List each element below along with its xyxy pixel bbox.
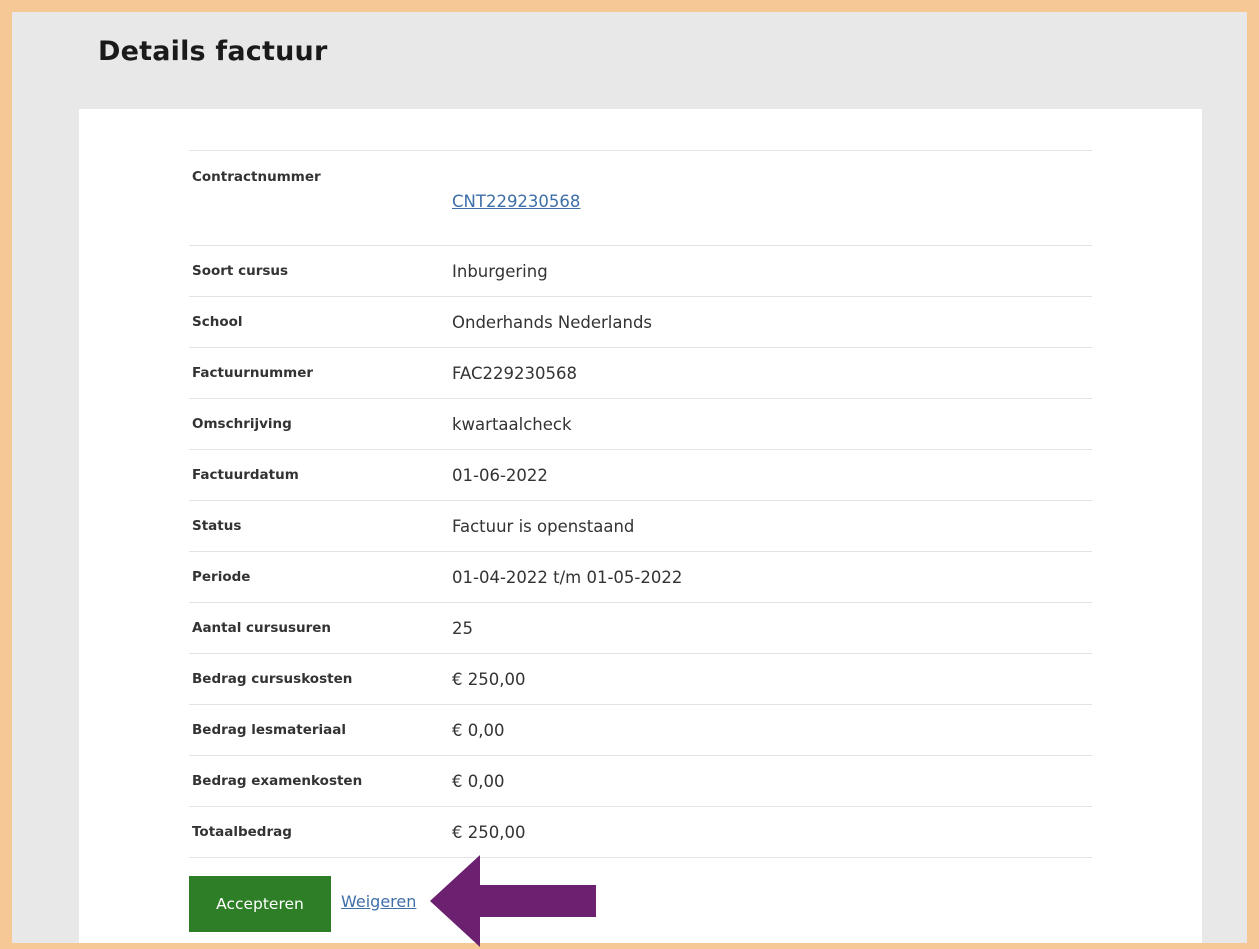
row-soort-cursus: Soort cursus Inburgering	[189, 245, 1092, 297]
row-aantal-cursusuren: Aantal cursusuren 25	[189, 602, 1092, 654]
accept-button[interactable]: Accepteren	[189, 876, 331, 932]
row-value: € 0,00	[452, 771, 505, 791]
row-value: 01-06-2022	[452, 465, 548, 485]
row-label: Soort cursus	[192, 263, 289, 279]
row-label: Bedrag examenkosten	[192, 773, 363, 789]
annotation-arrow-icon	[430, 855, 596, 947]
row-value: € 0,00	[452, 720, 505, 740]
row-label: Status	[192, 518, 242, 534]
row-value: € 250,00	[452, 669, 526, 689]
row-value: € 250,00	[452, 822, 526, 842]
row-value: FAC229230568	[452, 363, 577, 383]
row-value: kwartaalcheck	[452, 414, 572, 434]
row-label: Factuurdatum	[192, 467, 299, 483]
reject-link[interactable]: Weigeren	[341, 892, 416, 911]
contract-number-link[interactable]: CNT229230568	[452, 192, 580, 211]
invoice-actions: Accepteren Weigeren	[189, 876, 416, 932]
row-school: School Onderhands Nederlands	[189, 296, 1092, 348]
row-value: Onderhands Nederlands	[452, 312, 653, 332]
row-value: Factuur is openstaand	[452, 516, 635, 536]
row-bedrag-lesmateriaal: Bedrag lesmateriaal € 0,00	[189, 704, 1092, 756]
row-bedrag-examenkosten: Bedrag examenkosten € 0,00	[189, 755, 1092, 807]
invoice-details-card: Contractnummer CNT229230568 Soort cursus…	[79, 109, 1202, 943]
row-label: Bedrag lesmateriaal	[192, 722, 346, 738]
invoice-details-table: Contractnummer CNT229230568 Soort cursus…	[189, 150, 1092, 858]
row-totaalbedrag: Totaalbedrag € 250,00	[189, 806, 1092, 858]
row-label: Periode	[192, 569, 251, 585]
row-factuurnummer: Factuurnummer FAC229230568	[189, 347, 1092, 399]
row-periode: Periode 01-04-2022 t/m 01-05-2022	[189, 551, 1092, 603]
row-status: Status Factuur is openstaand	[189, 500, 1092, 552]
row-value: CNT229230568	[452, 151, 1092, 246]
row-label: Contractnummer	[192, 169, 321, 185]
row-factuurdatum: Factuurdatum 01-06-2022	[189, 449, 1092, 501]
page-title: Details factuur	[98, 36, 328, 67]
row-bedrag-cursuskosten: Bedrag cursuskosten € 250,00	[189, 653, 1092, 705]
row-label: Omschrijving	[192, 416, 292, 432]
page-frame: Details factuur Contractnummer CNT229230…	[12, 12, 1247, 943]
row-label: School	[192, 314, 243, 330]
row-label: Totaalbedrag	[192, 824, 292, 840]
row-label: Aantal cursusuren	[192, 620, 332, 636]
row-label: Bedrag cursuskosten	[192, 671, 353, 687]
row-value: Inburgering	[452, 261, 548, 281]
row-omschrijving: Omschrijving kwartaalcheck	[189, 398, 1092, 450]
row-value: 25	[452, 618, 473, 638]
row-value: 01-04-2022 t/m 01-05-2022	[452, 567, 683, 587]
row-label: Factuurnummer	[192, 365, 314, 381]
row-contractnummer: Contractnummer CNT229230568	[189, 150, 1092, 246]
